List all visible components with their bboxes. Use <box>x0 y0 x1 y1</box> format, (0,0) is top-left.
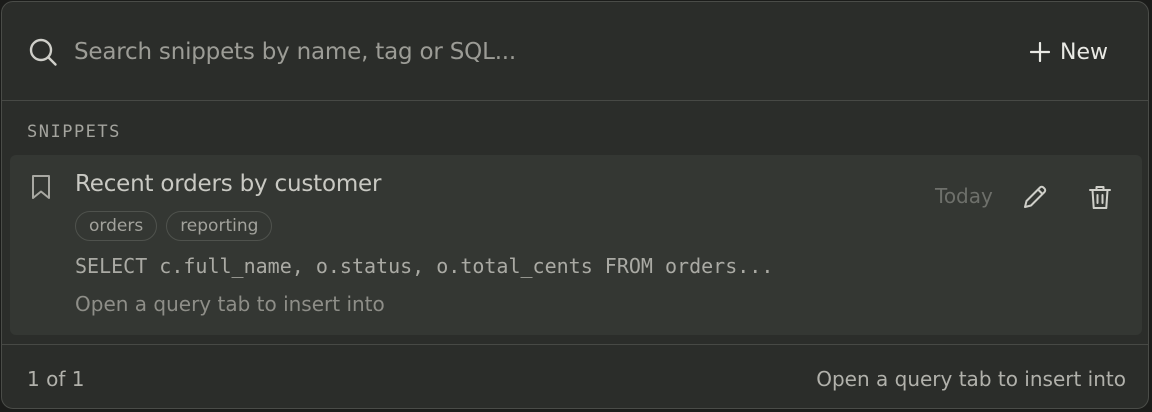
snippet-tag[interactable]: reporting <box>166 211 273 241</box>
snippet-tags: orders reporting <box>75 211 273 241</box>
snippets-panel: New SNIPPETS Recent orders by customer o… <box>1 1 1149 409</box>
footer-hint: Open a query tab to insert into <box>816 367 1126 391</box>
snippet-hint: Open a query tab to insert into <box>75 292 385 316</box>
search-icon <box>29 38 57 66</box>
delete-snippet-button[interactable] <box>1080 177 1120 217</box>
snippet-item[interactable]: Recent orders by customer orders reporti… <box>10 155 1142 335</box>
edit-snippet-button[interactable] <box>1015 177 1055 217</box>
snippet-date: Today <box>935 184 993 208</box>
results-count: 1 of 1 <box>27 367 85 391</box>
new-snippet-button[interactable]: New <box>1030 32 1108 72</box>
bookmark-icon <box>32 175 50 199</box>
snippet-sql-preview: SELECT c.full_name, o.status, o.total_ce… <box>75 254 774 278</box>
new-button-label: New <box>1060 39 1108 65</box>
search-header: New <box>2 2 1148 101</box>
plus-icon <box>1030 42 1050 62</box>
search-input[interactable] <box>74 32 974 72</box>
section-label: SNIPPETS <box>27 122 121 142</box>
pencil-icon <box>1024 185 1047 208</box>
snippet-tag[interactable]: orders <box>75 211 158 241</box>
trash-icon <box>1089 186 1111 209</box>
snippet-title: Recent orders by customer <box>75 171 382 197</box>
footer: 1 of 1 Open a query tab to insert into <box>2 344 1148 408</box>
